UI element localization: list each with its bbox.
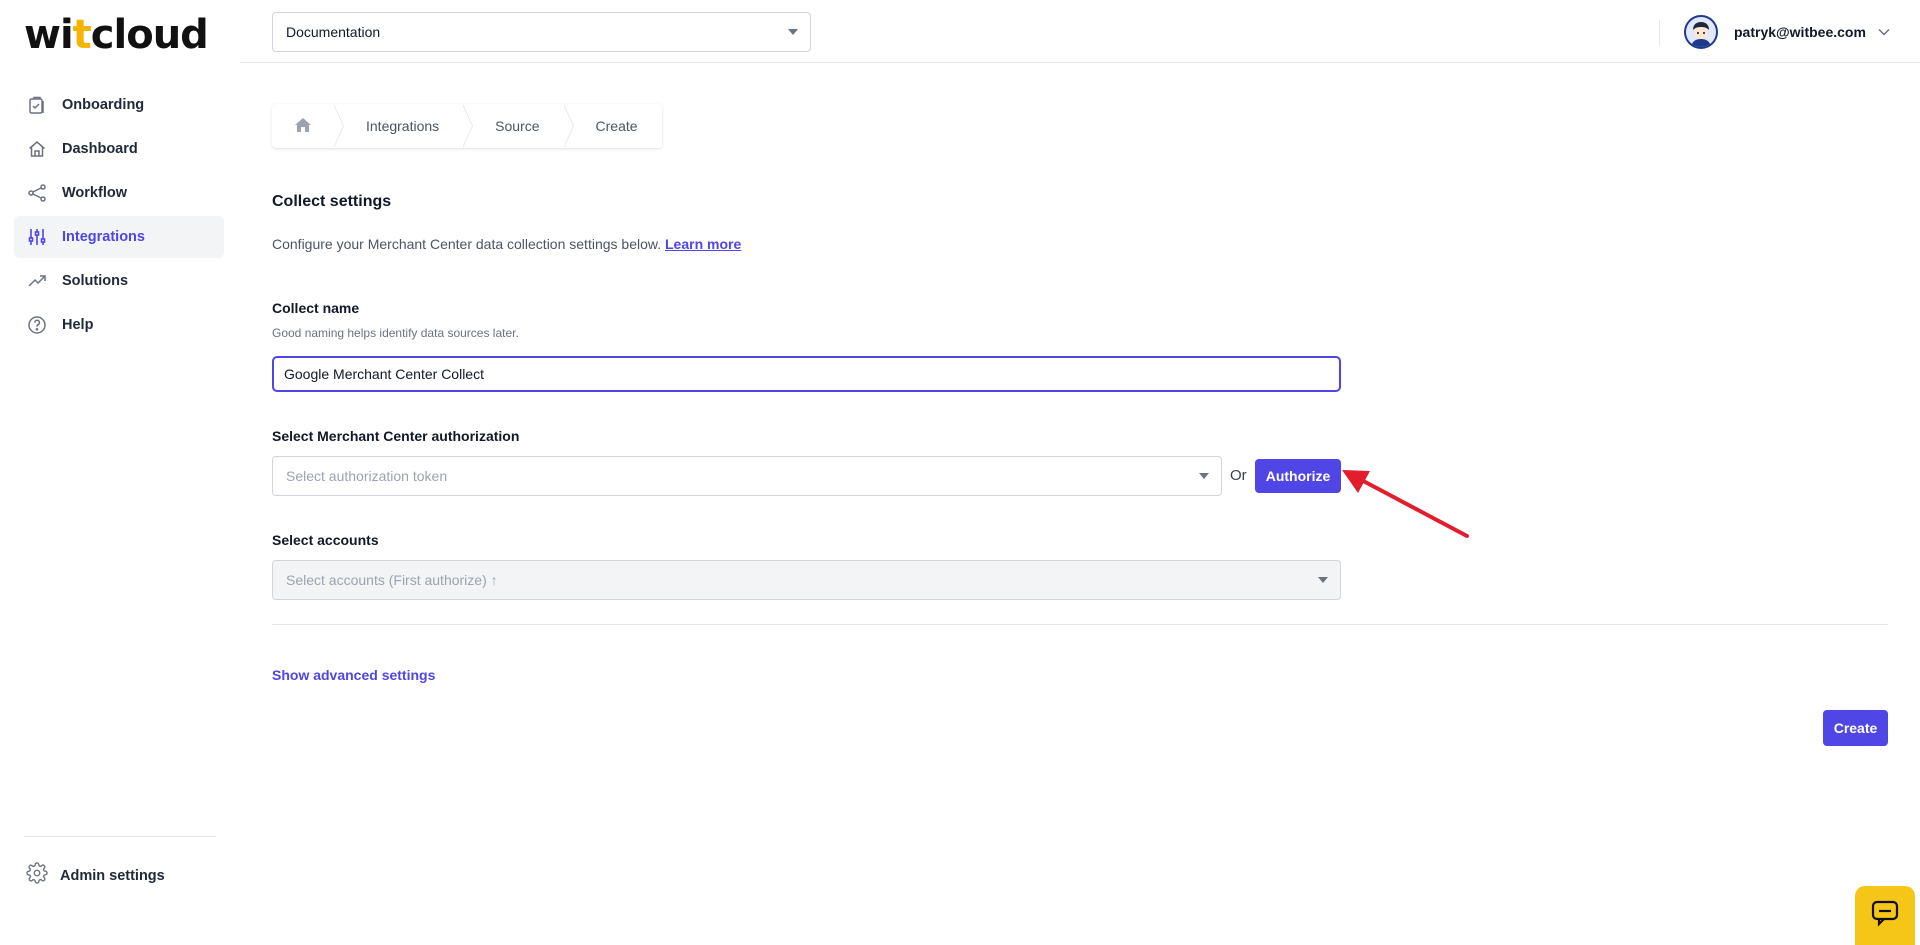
sidebar-nav: Onboarding Dashboard Workflow Integratio…	[14, 84, 224, 348]
section-description: Configure your Merchant Center data coll…	[272, 236, 741, 252]
user-email: patryk@witbee.com	[1734, 24, 1866, 40]
breadcrumb-item-source[interactable]: Source	[463, 104, 574, 148]
avatar	[1684, 15, 1718, 49]
sidebar-divider	[24, 836, 216, 837]
sidebar-item-dashboard[interactable]: Dashboard	[14, 128, 224, 170]
admin-settings-link[interactable]: Admin settings	[26, 862, 165, 889]
caret-down-icon	[788, 29, 798, 35]
accounts-select-placeholder: Select accounts (First authorize) ↑	[286, 572, 498, 588]
collect-name-label: Collect name	[272, 300, 360, 316]
chat-widget-button[interactable]	[1855, 886, 1915, 945]
logo-text-suffix: cloud	[90, 12, 209, 58]
show-advanced-settings-link[interactable]: Show advanced settings	[272, 667, 435, 683]
user-menu[interactable]: patryk@witbee.com	[1684, 15, 1890, 49]
learn-more-link[interactable]: Learn more	[665, 236, 741, 252]
form-divider	[272, 624, 1888, 625]
sliders-icon	[26, 226, 48, 248]
trending-up-icon	[26, 270, 48, 292]
create-button[interactable]: Create	[1823, 710, 1888, 746]
witcloud-logo[interactable]: witcloud	[24, 12, 209, 58]
logo-text-accent: t	[72, 12, 92, 58]
clipboard-check-icon	[26, 94, 48, 116]
authorization-select-placeholder: Select authorization token	[286, 468, 448, 484]
sidebar-item-label: Solutions	[62, 273, 129, 289]
caret-down-icon	[1318, 577, 1328, 583]
section-title: Collect settings	[272, 193, 392, 210]
accounts-label: Select accounts	[272, 532, 379, 548]
sidebar-item-solutions[interactable]: Solutions	[14, 260, 224, 302]
sidebar-item-integrations[interactable]: Integrations	[14, 216, 224, 258]
question-circle-icon	[26, 314, 48, 336]
breadcrumb-item-create: Create	[595, 118, 638, 134]
annotation-arrow	[1342, 470, 1469, 538]
authorization-select[interactable]: Select authorization token	[272, 456, 1222, 496]
caret-down-icon	[1199, 473, 1209, 479]
sidebar-item-label: Workflow	[62, 185, 127, 201]
sidebar-item-onboarding[interactable]: Onboarding	[14, 84, 224, 126]
sidebar-item-label: Help	[62, 317, 94, 333]
chevron-down-icon	[1878, 23, 1890, 41]
sidebar-item-workflow[interactable]: Workflow	[14, 172, 224, 214]
sidebar-item-label: Integrations	[62, 229, 145, 245]
logo-text-prefix: wi	[24, 12, 74, 58]
topbar-divider	[1659, 20, 1660, 46]
admin-settings-label: Admin settings	[60, 867, 165, 884]
authorization-label: Select Merchant Center authorization	[272, 428, 520, 444]
gear-icon	[26, 862, 48, 889]
sidebar-item-help[interactable]: Help	[14, 304, 224, 346]
chat-bubble-icon	[1870, 899, 1900, 932]
breadcrumb: Integrations Source Create	[272, 104, 662, 148]
topbar: Documentation patryk@witbee.com	[240, 0, 1920, 63]
home-icon	[26, 138, 48, 160]
collect-name-hint: Good naming helps identify data sources …	[272, 326, 519, 340]
sidebar: witcloud Onboarding Dashboard Workflow I…	[0, 0, 240, 945]
project-select[interactable]: Documentation	[272, 12, 811, 52]
authorize-button[interactable]: Authorize	[1255, 459, 1341, 493]
home-icon	[294, 117, 312, 136]
project-select-value: Documentation	[286, 24, 381, 40]
sidebar-item-label: Onboarding	[62, 97, 145, 113]
sidebar-item-label: Dashboard	[62, 141, 138, 157]
share-nodes-icon	[26, 182, 48, 204]
collect-name-input[interactable]	[272, 356, 1341, 392]
description-text: Configure your Merchant Center data coll…	[272, 236, 662, 252]
accounts-select: Select accounts (First authorize) ↑	[272, 560, 1341, 600]
or-text: Or	[1230, 467, 1247, 484]
breadcrumb-item-integrations[interactable]: Integrations	[334, 104, 474, 148]
breadcrumb-home[interactable]	[272, 104, 344, 148]
